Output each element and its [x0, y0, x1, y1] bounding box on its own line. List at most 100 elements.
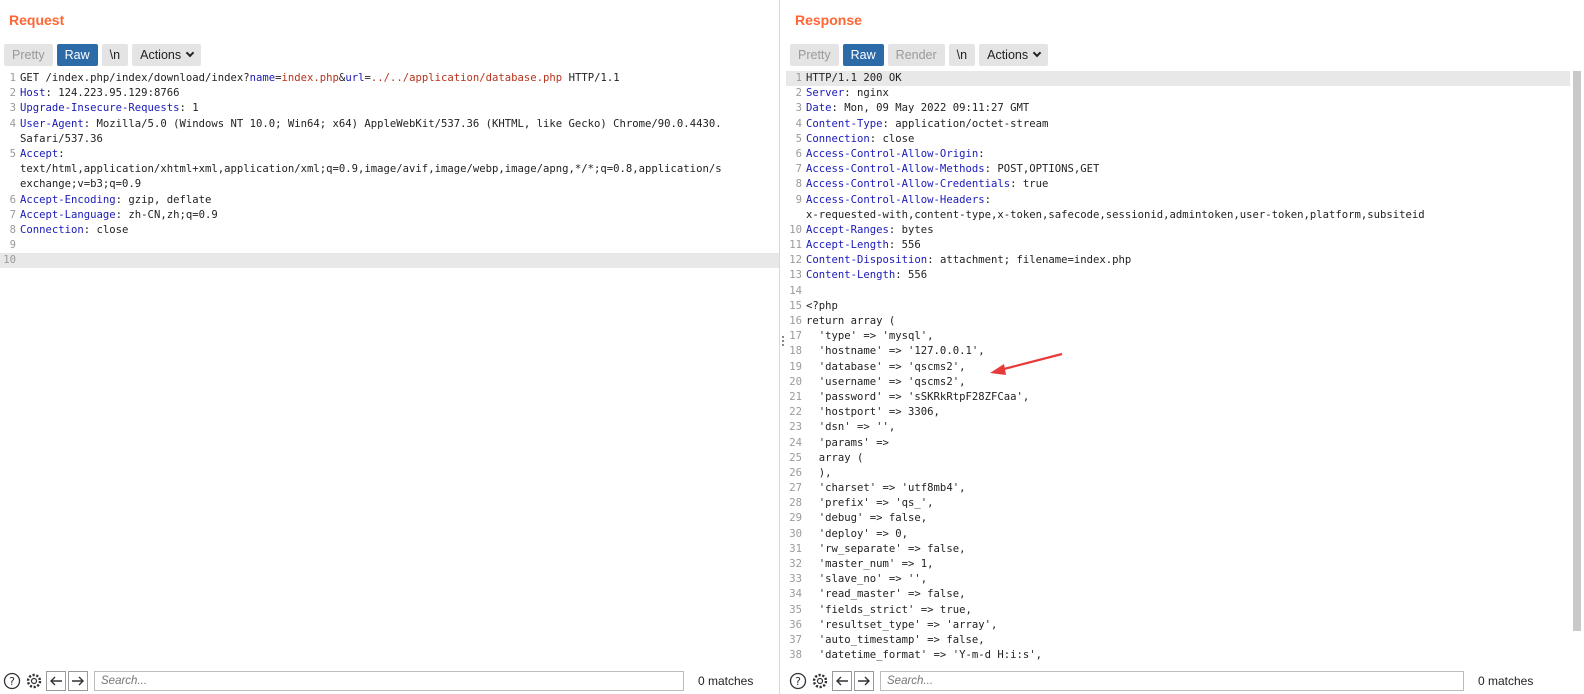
line-text: array (: [806, 451, 864, 466]
line-number: 10: [3, 254, 16, 267]
arrow-left-icon[interactable]: [832, 671, 852, 691]
code-token: : Mozilla/5.0 (Windows NT 10.0; Win64; x…: [83, 117, 722, 130]
code-token: : close: [869, 132, 915, 145]
code-token: Connection: [20, 223, 84, 236]
code-token: Content-Type: [806, 117, 883, 130]
code-token: <?php: [806, 299, 838, 312]
response-pane: Response Pretty Raw Render \n Actions 1H…: [786, 0, 1584, 694]
code-line: x-requested-with,content-type,x-token,sa…: [786, 208, 1570, 223]
arrow-right-icon[interactable]: [68, 671, 88, 691]
response-search-input[interactable]: [880, 671, 1464, 691]
gear-icon[interactable]: [810, 671, 830, 691]
code-token: : 556: [895, 269, 928, 282]
code-line: 4 Content-Type: application/octet-stream: [786, 117, 1570, 132]
arrow-right-icon[interactable]: [854, 671, 874, 691]
code-line: 7 Accept-Language: zh-CN,zh;q=0.9: [0, 208, 779, 223]
line-text: Content-Type: application/octet-stream: [806, 117, 1048, 132]
response-render-button[interactable]: Render: [887, 44, 945, 66]
line-text: Access-Control-Allow-Methods: POST,OPTIO…: [806, 162, 1099, 177]
line-text: Date: Mon, 09 May 2022 09:11:27 GMT: [806, 101, 1029, 116]
request-raw-button[interactable]: Raw: [56, 44, 98, 66]
response-match-count: 0 matches: [1478, 674, 1534, 688]
line-number: 6: [9, 193, 16, 206]
code-token: : true: [1010, 178, 1049, 191]
request-actions-button[interactable]: Actions: [132, 44, 202, 66]
code-line: 11 Accept-Length: 556: [786, 238, 1570, 253]
line-text: <?php: [806, 299, 838, 314]
code-line: 15 <?php: [786, 299, 1570, 314]
code-token: 'dsn' => '',: [806, 421, 896, 434]
code-line: 12 Content-Disposition: attachment; filen…: [786, 253, 1570, 268]
help-icon[interactable]: ?: [2, 671, 22, 691]
code-line: 20 'username' => 'qscms2',: [786, 375, 1570, 390]
code-line: 36 'resultset_type' => 'array',: [786, 618, 1570, 633]
line-number: 14: [789, 284, 802, 297]
code-line: 8 Connection: close: [0, 223, 779, 238]
line-number: 29: [789, 512, 802, 525]
response-newline-button[interactable]: \n: [948, 44, 976, 66]
line-number: 1: [795, 72, 802, 84]
code-line: 14: [786, 284, 1570, 299]
code-token: url: [345, 72, 365, 84]
code-token: : 556: [888, 239, 921, 252]
line-text: exchange;v=b3;q=0.9: [20, 177, 141, 192]
line-number: 20: [789, 375, 802, 388]
line-text: 'slave_no' => '',: [806, 572, 927, 587]
code-line: 22 'hostport' => 3306,: [786, 405, 1570, 420]
response-pretty-button[interactable]: Pretty: [790, 44, 839, 66]
code-token: 'resultset_type' => 'array',: [806, 618, 998, 631]
line-text: text/html,application/xhtml+xml,applicat…: [20, 162, 722, 177]
response-editor[interactable]: 1 HTTP/1.1 200 OK 2 Server: nginx 3 Date: Mon…: [786, 71, 1570, 666]
code-line: 18 'hostname' => '127.0.0.1',: [786, 344, 1570, 359]
request-search-bar: ? 0 matches: [0, 668, 779, 694]
request-pretty-button[interactable]: Pretty: [4, 44, 53, 66]
code-token: Accept-Ranges: [806, 223, 889, 236]
request-editor[interactable]: 1 GET /index.php/index/download/index?nam…: [0, 71, 779, 666]
scrollbar-thumb[interactable]: [1573, 71, 1581, 631]
line-number: 5: [9, 147, 16, 160]
line-text: Content-Disposition: attachment; filenam…: [806, 253, 1131, 268]
code-token: 'auto_timestamp' => false,: [806, 633, 985, 646]
line-number: 10: [789, 223, 802, 236]
code-token: array (: [806, 451, 864, 464]
code-token: 'username' => 'qscms2',: [806, 375, 966, 388]
code-token: :: [978, 147, 985, 160]
code-line: 26 ),: [786, 466, 1570, 481]
line-text: 'params' =>: [806, 436, 889, 451]
help-icon[interactable]: ?: [788, 671, 808, 691]
code-token: x-requested-with,content-type,x-token,sa…: [806, 208, 1425, 221]
code-token: HTTP/1.1 200 OK: [806, 72, 902, 84]
arrow-left-icon[interactable]: [46, 671, 66, 691]
line-text: 'read_master' => false,: [806, 587, 966, 602]
line-number: 3: [9, 102, 16, 115]
request-newline-button[interactable]: \n: [101, 44, 129, 66]
line-text: Access-Control-Allow-Origin:: [806, 147, 985, 162]
line-number: 33: [789, 573, 802, 586]
code-line: 33 'slave_no' => '',: [786, 572, 1570, 587]
code-token: : Mon, 09 May 2022 09:11:27 GMT: [831, 102, 1030, 115]
code-line: 27 'charset' => 'utf8mb4',: [786, 481, 1570, 496]
line-number: 21: [789, 390, 802, 403]
response-search-bar: ? 0 matches: [786, 668, 1584, 694]
response-raw-button[interactable]: Raw: [842, 44, 884, 66]
code-line: 28 'prefix' => 'qs_',: [786, 496, 1570, 511]
line-number: 26: [789, 466, 802, 479]
line-number: 18: [789, 345, 802, 358]
code-line: 17 'type' => 'mysql',: [786, 329, 1570, 344]
line-text: Connection: close: [20, 223, 128, 238]
code-line: exchange;v=b3;q=0.9: [0, 177, 779, 192]
code-line: 2 Server: nginx: [786, 86, 1570, 101]
line-number: 19: [789, 360, 802, 373]
response-scrollbar[interactable]: [1572, 71, 1582, 634]
code-token: 'charset' => 'utf8mb4',: [806, 482, 966, 495]
response-actions-button[interactable]: Actions: [979, 44, 1049, 66]
gear-icon[interactable]: [24, 671, 44, 691]
code-line: 35 'fields_strict' => true,: [786, 603, 1570, 618]
request-search-input[interactable]: [94, 671, 684, 691]
code-line: 6 Access-Control-Allow-Origin:: [786, 147, 1570, 162]
code-token: : nginx: [844, 87, 889, 100]
line-number: [0, 177, 20, 192]
line-text: Access-Control-Allow-Credentials: true: [806, 177, 1048, 192]
code-line: 5 Accept:: [0, 147, 779, 162]
code-token: 'datetime_format' => 'Y-m-d H:i:s',: [806, 649, 1042, 662]
